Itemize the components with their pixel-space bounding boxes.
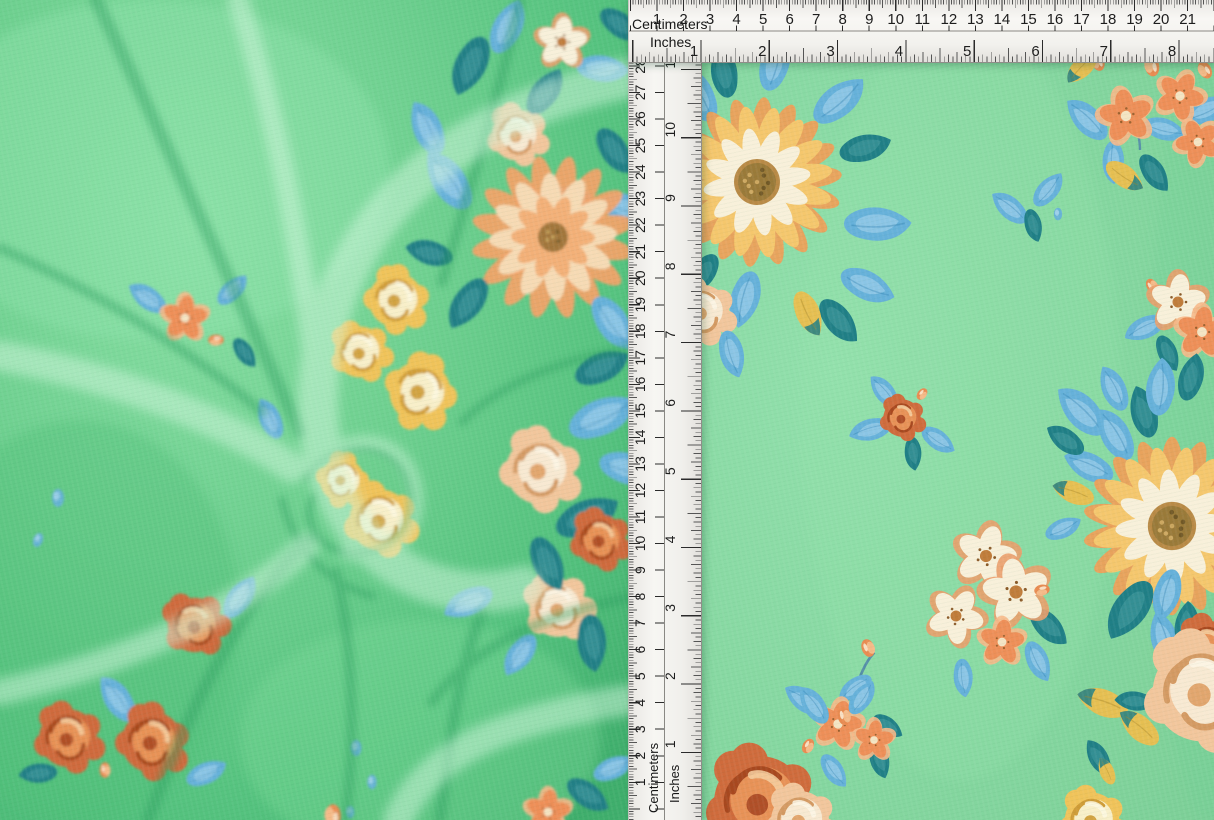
cm-number: 7 — [812, 11, 820, 28]
inch-number: 1 — [690, 43, 698, 60]
cm-number: 25 — [632, 138, 648, 154]
inch-number: 5 — [963, 43, 971, 60]
cm-number: 11 — [632, 510, 648, 525]
vertical-ruler-numbers: 1234567891011121314151617181920212223242… — [632, 62, 678, 786]
cm-number: 15 — [632, 403, 648, 419]
cm-number: 13 — [632, 456, 648, 472]
cm-number: 5 — [759, 11, 767, 28]
horizontal-ruler: Centimeters Inches 123456789101112131415… — [628, 0, 1214, 63]
cm-number: 9 — [865, 11, 873, 28]
cm-number: 14 — [994, 11, 1011, 28]
inch-number: 6 — [662, 399, 678, 407]
cm-number: 18 — [1100, 11, 1117, 28]
inch-number: 11 — [662, 62, 678, 69]
cm-number: 21 — [1179, 11, 1196, 28]
cm-number: 3 — [706, 11, 714, 28]
horizontal-ruler-numbers: 1234567891011121314151617181920211234567… — [653, 11, 1196, 60]
inch-number: 4 — [895, 43, 903, 60]
swirled-fabric-illustration — [0, 0, 628, 820]
cm-number: 7 — [632, 619, 648, 627]
cm-number: 14 — [632, 429, 648, 445]
cm-number: 12 — [632, 482, 648, 498]
cm-number: 18 — [632, 323, 648, 339]
inch-number: 4 — [662, 535, 678, 543]
inch-number: 2 — [758, 43, 766, 60]
cm-number: 2 — [679, 11, 687, 28]
inch-number: 8 — [662, 262, 678, 270]
cm-number: 17 — [1073, 11, 1090, 28]
cm-number: 4 — [632, 699, 648, 707]
inch-number: 10 — [662, 122, 678, 138]
inch-number: 5 — [662, 467, 678, 475]
swirled-fabric-panel — [0, 0, 628, 820]
cm-number: 26 — [632, 111, 648, 127]
cm-number: 10 — [887, 11, 904, 28]
cm-number: 28 — [632, 62, 648, 74]
vertical-ruler-centimeters-label: Centimeters — [646, 742, 661, 813]
cm-number: 19 — [632, 297, 648, 313]
inch-number: 3 — [826, 43, 834, 60]
inch-number: 7 — [662, 330, 678, 338]
vertical-ruler-inches-label: Inches — [667, 764, 682, 803]
dot-motif — [367, 775, 377, 789]
cm-number: 10 — [632, 536, 648, 552]
cm-number: 6 — [632, 646, 648, 654]
horizontal-ruler-centimeters-label: Centimeters — [632, 16, 707, 32]
horizontal-ruler-inches-label: Inches — [650, 34, 691, 50]
dot-motif — [52, 489, 64, 507]
cm-number: 3 — [632, 725, 648, 733]
vertical-ruler-scale: Centimeters Inches 123456789101112131415… — [629, 62, 701, 820]
inch-number: 1 — [662, 740, 678, 748]
cm-number: 20 — [1153, 11, 1170, 28]
fabric-product-photo: Centimeters Inches 123456789101112131415… — [0, 0, 1214, 820]
cm-number: 23 — [632, 191, 648, 207]
inch-number: 6 — [1031, 43, 1039, 60]
inch-number: 8 — [1168, 43, 1176, 60]
cm-number: 24 — [632, 164, 648, 180]
cm-number: 12 — [940, 11, 957, 28]
cm-number: 21 — [632, 244, 648, 260]
cm-number: 5 — [632, 672, 648, 680]
dot-motif — [1054, 208, 1062, 221]
cm-number: 4 — [732, 11, 740, 28]
cm-number: 20 — [632, 270, 648, 286]
flat-fabric-illustration — [628, 0, 1214, 820]
cm-number: 15 — [1020, 11, 1037, 28]
inch-number: 2 — [662, 672, 678, 680]
inch-number: 7 — [1100, 43, 1108, 60]
horizontal-ruler-scale: Centimeters Inches 123456789101112131415… — [629, 0, 1214, 62]
inch-number: 9 — [662, 194, 678, 202]
flat-fabric-panel — [628, 0, 1214, 820]
cm-number: 8 — [839, 11, 847, 28]
vertical-ruler: Centimeters Inches 123456789101112131415… — [628, 62, 702, 820]
cm-number: 22 — [632, 217, 648, 233]
cm-number: 27 — [632, 85, 648, 101]
cm-number: 19 — [1126, 11, 1143, 28]
cm-number: 13 — [967, 11, 984, 28]
cm-number: 17 — [632, 350, 648, 366]
inch-number: 3 — [662, 604, 678, 612]
cm-number: 9 — [632, 566, 648, 574]
cm-number: 6 — [785, 11, 793, 28]
cm-number: 8 — [632, 592, 648, 600]
cm-number: 16 — [632, 376, 648, 392]
cm-number: 1 — [653, 11, 661, 28]
cm-number: 16 — [1047, 11, 1064, 28]
cm-number: 1 — [632, 778, 648, 786]
cm-number: 11 — [915, 11, 931, 28]
cm-number: 2 — [632, 752, 648, 760]
